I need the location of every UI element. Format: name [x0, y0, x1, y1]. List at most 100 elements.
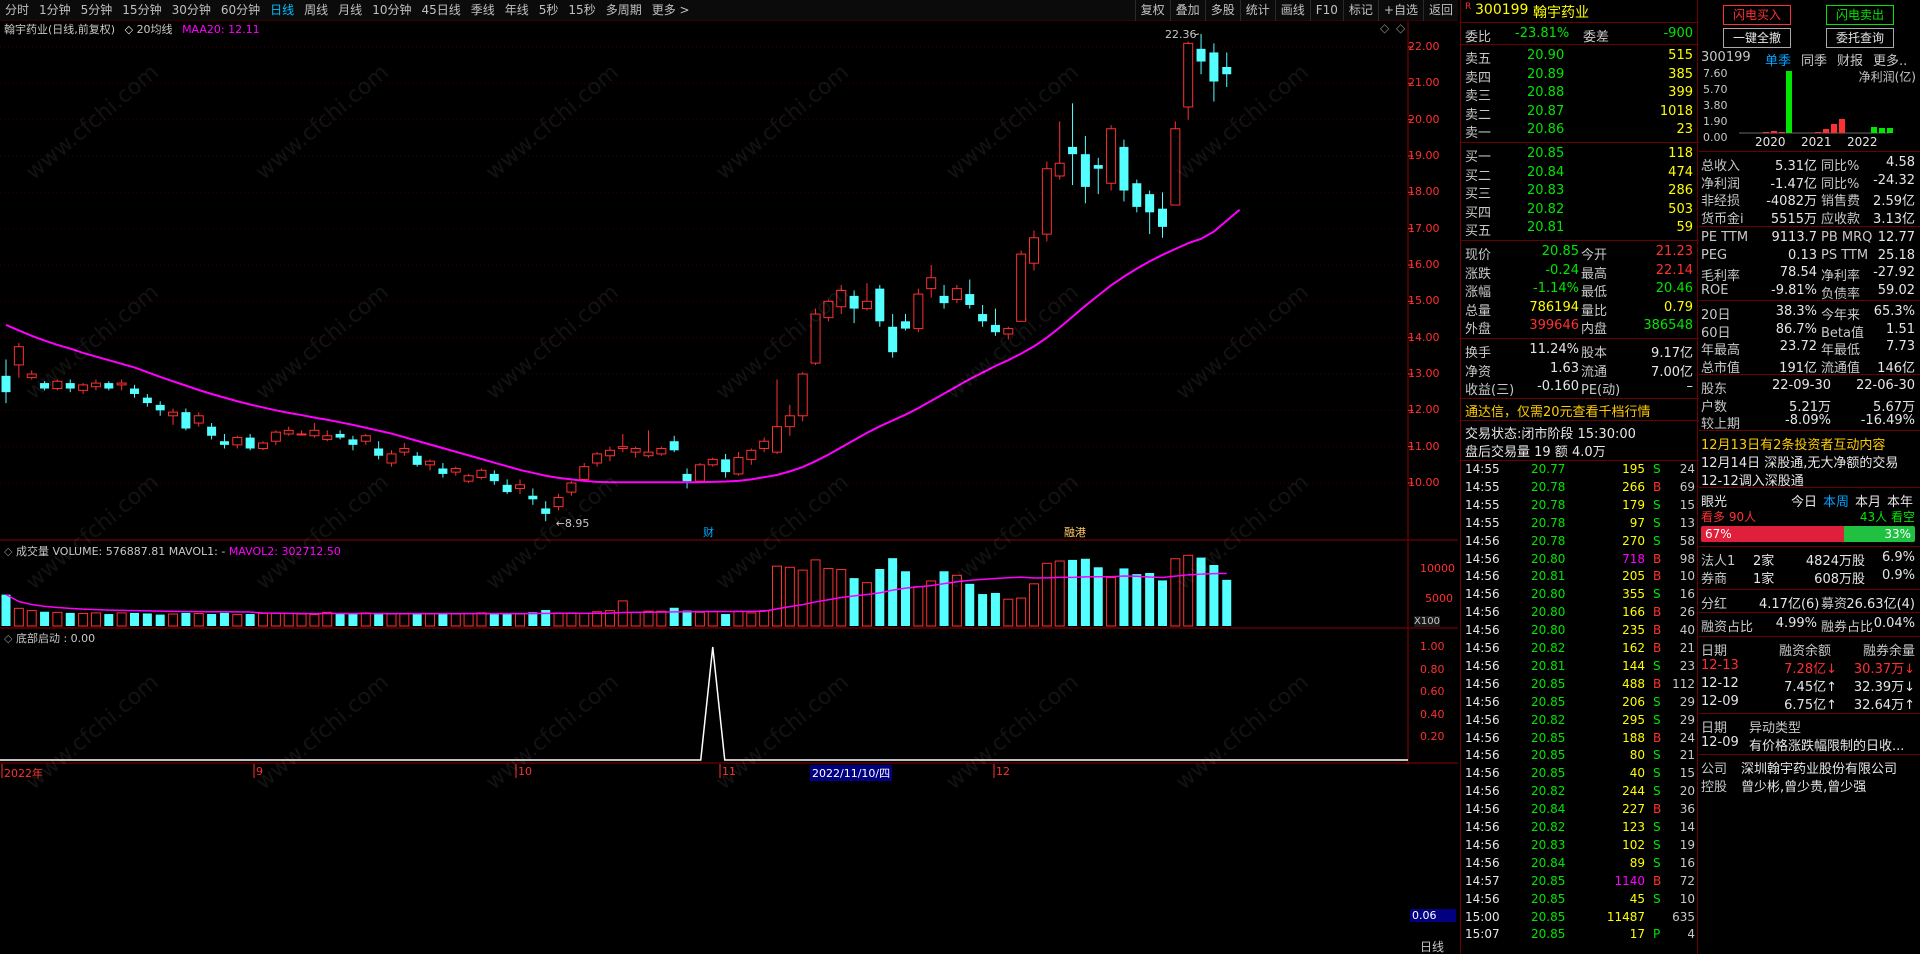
- ask-row[interactable]: 卖三 20.88 399: [1465, 85, 1697, 104]
- candle[interactable]: [643, 430, 654, 458]
- candle[interactable]: [26, 370, 37, 380]
- candle[interactable]: [1, 359, 11, 404]
- candle[interactable]: [181, 408, 191, 431]
- candle[interactable]: [541, 501, 551, 522]
- candle[interactable]: [772, 379, 782, 454]
- candle[interactable]: [861, 283, 872, 311]
- candle[interactable]: [784, 404, 795, 436]
- candle[interactable]: [1196, 33, 1206, 75]
- candle[interactable]: [682, 468, 692, 489]
- candle[interactable]: [939, 284, 949, 309]
- candle[interactable]: [1041, 161, 1052, 242]
- candle[interactable]: [142, 393, 152, 407]
- candle[interactable]: [836, 284, 847, 315]
- candle[interactable]: [1068, 103, 1078, 186]
- candle[interactable]: [258, 441, 268, 451]
- candle[interactable]: [1029, 230, 1039, 271]
- candle[interactable]: [721, 453, 731, 478]
- candle[interactable]: [412, 452, 422, 467]
- candle[interactable]: [694, 463, 705, 483]
- candle[interactable]: [656, 446, 667, 456]
- flash-sell-button[interactable]: 闪电卖出: [1826, 5, 1894, 25]
- candle[interactable]: [90, 379, 101, 391]
- candle[interactable]: [1080, 136, 1090, 204]
- indicator-toggle-icon[interactable]: ◇: [4, 632, 12, 645]
- candle[interactable]: [951, 284, 962, 304]
- candle[interactable]: [450, 466, 461, 476]
- candle[interactable]: [965, 279, 975, 309]
- bid-row[interactable]: 买五 20.81 59: [1465, 220, 1697, 239]
- candle[interactable]: [1209, 43, 1219, 102]
- candle[interactable]: [733, 452, 744, 476]
- order-query-button[interactable]: 委托查询: [1826, 28, 1894, 48]
- candle[interactable]: [1054, 121, 1065, 180]
- candle[interactable]: [901, 314, 910, 331]
- candle[interactable]: [207, 423, 217, 440]
- candle[interactable]: [978, 304, 988, 327]
- candle[interactable]: [335, 430, 345, 440]
- candle[interactable]: [399, 443, 410, 456]
- kline-chart[interactable]: 22.36 ←8.95 财 融港: [0, 0, 1458, 954]
- news-item[interactable]: 12-12调入深股通: [1701, 470, 1919, 489]
- candle[interactable]: [270, 430, 281, 445]
- candle[interactable]: [707, 457, 718, 467]
- candle[interactable]: [990, 308, 1000, 336]
- bid-row[interactable]: 买一 20.85 118: [1465, 146, 1697, 165]
- candle[interactable]: [528, 488, 538, 505]
- bid-row[interactable]: 买四 20.82 503: [1465, 202, 1697, 221]
- abnormal-row[interactable]: 12-09 有价格涨跌幅限制的日收...: [1701, 735, 1919, 754]
- candle[interactable]: [130, 384, 139, 398]
- candle[interactable]: [1132, 179, 1142, 213]
- candle[interactable]: [489, 470, 499, 485]
- ask-row[interactable]: 卖一 20.86 23: [1465, 122, 1697, 141]
- candle[interactable]: [476, 468, 487, 480]
- candle[interactable]: [386, 450, 397, 467]
- candle[interactable]: [888, 314, 898, 358]
- candle[interactable]: [669, 435, 679, 453]
- candle[interactable]: [515, 479, 525, 494]
- candle[interactable]: [65, 379, 75, 393]
- candle[interactable]: [322, 430, 333, 442]
- candle[interactable]: [283, 426, 294, 436]
- news-item[interactable]: 12月14日 深股通,无大净额的交易: [1701, 452, 1919, 471]
- candle[interactable]: [617, 433, 628, 453]
- candle[interactable]: [1222, 52, 1232, 87]
- candle[interactable]: [1145, 190, 1155, 235]
- candle[interactable]: [309, 423, 320, 438]
- candle[interactable]: [604, 446, 615, 462]
- candle[interactable]: [463, 473, 474, 483]
- candle[interactable]: [810, 308, 821, 365]
- candle[interactable]: [566, 481, 577, 496]
- candle[interactable]: [168, 408, 179, 425]
- candle[interactable]: [425, 459, 436, 471]
- candle[interactable]: [52, 379, 63, 391]
- candle[interactable]: [360, 433, 371, 445]
- ask-row[interactable]: 卖五 20.90 515: [1465, 48, 1697, 67]
- volume-toggle-icon[interactable]: ◇: [4, 545, 12, 558]
- candle[interactable]: [155, 401, 165, 416]
- candle[interactable]: [78, 383, 89, 394]
- candle[interactable]: [1016, 250, 1027, 322]
- candle[interactable]: [374, 441, 384, 460]
- bid-row[interactable]: 买二 20.84 474: [1465, 165, 1697, 184]
- candle[interactable]: [797, 372, 808, 422]
- candle[interactable]: [926, 265, 937, 298]
- candle[interactable]: [1183, 41, 1194, 120]
- candle[interactable]: [13, 343, 24, 378]
- candle[interactable]: [579, 463, 590, 482]
- bid-row[interactable]: 买三 20.83 286: [1465, 183, 1697, 202]
- candle[interactable]: [245, 433, 255, 451]
- candle[interactable]: [1093, 157, 1103, 195]
- candle[interactable]: [438, 463, 448, 478]
- candle[interactable]: [592, 452, 603, 467]
- candle[interactable]: [40, 381, 50, 391]
- candle[interactable]: [104, 381, 114, 391]
- candle[interactable]: [1170, 121, 1181, 206]
- candle[interactable]: [875, 284, 885, 327]
- candle[interactable]: [913, 288, 924, 333]
- candle[interactable]: [759, 437, 770, 453]
- flash-buy-button[interactable]: 闪电买入: [1723, 5, 1791, 25]
- candle[interactable]: [502, 479, 512, 494]
- promo-link[interactable]: 通达信，仅需20元查看千档行情: [1465, 401, 1697, 420]
- candle[interactable]: [1003, 326, 1014, 340]
